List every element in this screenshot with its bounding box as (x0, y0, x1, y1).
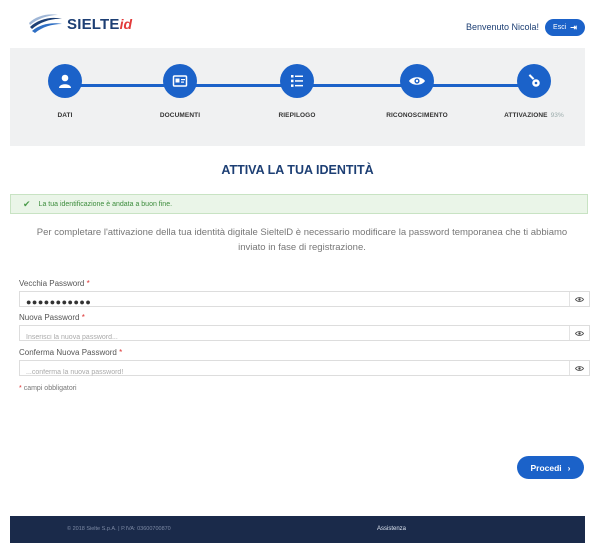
footer: © 2018 Sielte S.p.A. | P.IVA: 0360070087… (10, 516, 585, 543)
required-fields-note: * campi obbligatori (19, 385, 77, 392)
required-mark: * (81, 313, 85, 322)
required-mark: * (86, 279, 90, 288)
step-dati: DATI (15, 64, 115, 119)
step-label: RICONOSCIMENTO (386, 112, 448, 119)
eye-icon (400, 64, 434, 98)
alert-message: La tua identificazione è andata a buon f… (38, 200, 173, 208)
exit-label: Esci (553, 24, 567, 31)
sielte-logo[interactable]: SIELTE id (28, 13, 132, 35)
step-label-text: ATTIVAZIONE (504, 112, 548, 119)
header: SIELTE id Benvenuto Nicola! Esci ⇥ (0, 0, 595, 47)
id-card-icon (163, 64, 197, 98)
step-label: ATTIVAZIONE 93% (484, 112, 584, 119)
toggle-visibility-icon[interactable] (569, 361, 589, 375)
footer-copyright: © 2018 Sielte S.p.A. | P.IVA: 0360070087… (67, 526, 171, 532)
step-label: DATI (57, 112, 73, 119)
logo-text: SIELTE (67, 15, 120, 33)
check-icon: ✔ (23, 198, 31, 209)
toggle-visibility-icon[interactable] (569, 292, 589, 306)
new-password-input[interactable] (20, 330, 560, 345)
logout-icon: ⇥ (570, 23, 577, 32)
old-password-field (19, 291, 590, 309)
confirm-password-label: Conferma Nuova Password * (19, 348, 122, 357)
page-title: ATTIVA LA TUA IDENTITÀ (221, 163, 374, 177)
step-attivazione: ATTIVAZIONE 93% (484, 64, 584, 119)
old-password-input[interactable] (20, 295, 560, 309)
confirm-password-field (19, 360, 590, 380)
required-mark: * (119, 348, 123, 357)
support-link[interactable]: Assistenza (377, 526, 406, 532)
exit-button[interactable]: Esci ⇥ (545, 19, 585, 36)
step-riconoscimento: RICONOSCIMENTO (367, 64, 467, 119)
required-mark: * (19, 385, 22, 392)
list-icon (280, 64, 314, 98)
proceed-label: Procedi (530, 462, 562, 473)
instructions-text: Per completare l'attivazione della tua i… (36, 227, 568, 253)
step-label: RIEPILOGO (278, 112, 316, 119)
old-password-label: Vecchia Password * (19, 279, 90, 288)
logo-swoosh-icon (29, 14, 62, 33)
new-password-field (19, 325, 590, 345)
logo-suffix: id (119, 16, 133, 32)
welcome-text: Benvenuto Nicola! (466, 22, 540, 32)
chevron-right-icon: › (567, 462, 571, 473)
new-password-label: Nuova Password * (19, 313, 85, 322)
confirm-password-input[interactable] (20, 365, 560, 380)
step-progress: 93% (550, 112, 564, 119)
step-label: DOCUMENTI (159, 112, 201, 119)
new-password-label-text: Nuova Password (19, 313, 80, 322)
success-alert: ✔ La tua identificazione è andata a buon… (10, 194, 588, 214)
confirm-password-label-text: Conferma Nuova Password (19, 348, 117, 357)
toggle-visibility-icon[interactable] (569, 326, 589, 340)
key-icon (517, 64, 551, 98)
proceed-button[interactable]: Procedi › (517, 456, 584, 479)
step-documenti: DOCUMENTI (130, 64, 230, 119)
old-password-label-text: Vecchia Password (19, 279, 85, 288)
required-note-text: campi obbligatori (23, 385, 77, 392)
user-icon (48, 64, 82, 98)
step-riepilogo: RIEPILOGO (247, 64, 347, 119)
progress-steps: DATI DOCUMENTI RIEPILOGO RICONOSCIMENTO … (10, 48, 585, 146)
